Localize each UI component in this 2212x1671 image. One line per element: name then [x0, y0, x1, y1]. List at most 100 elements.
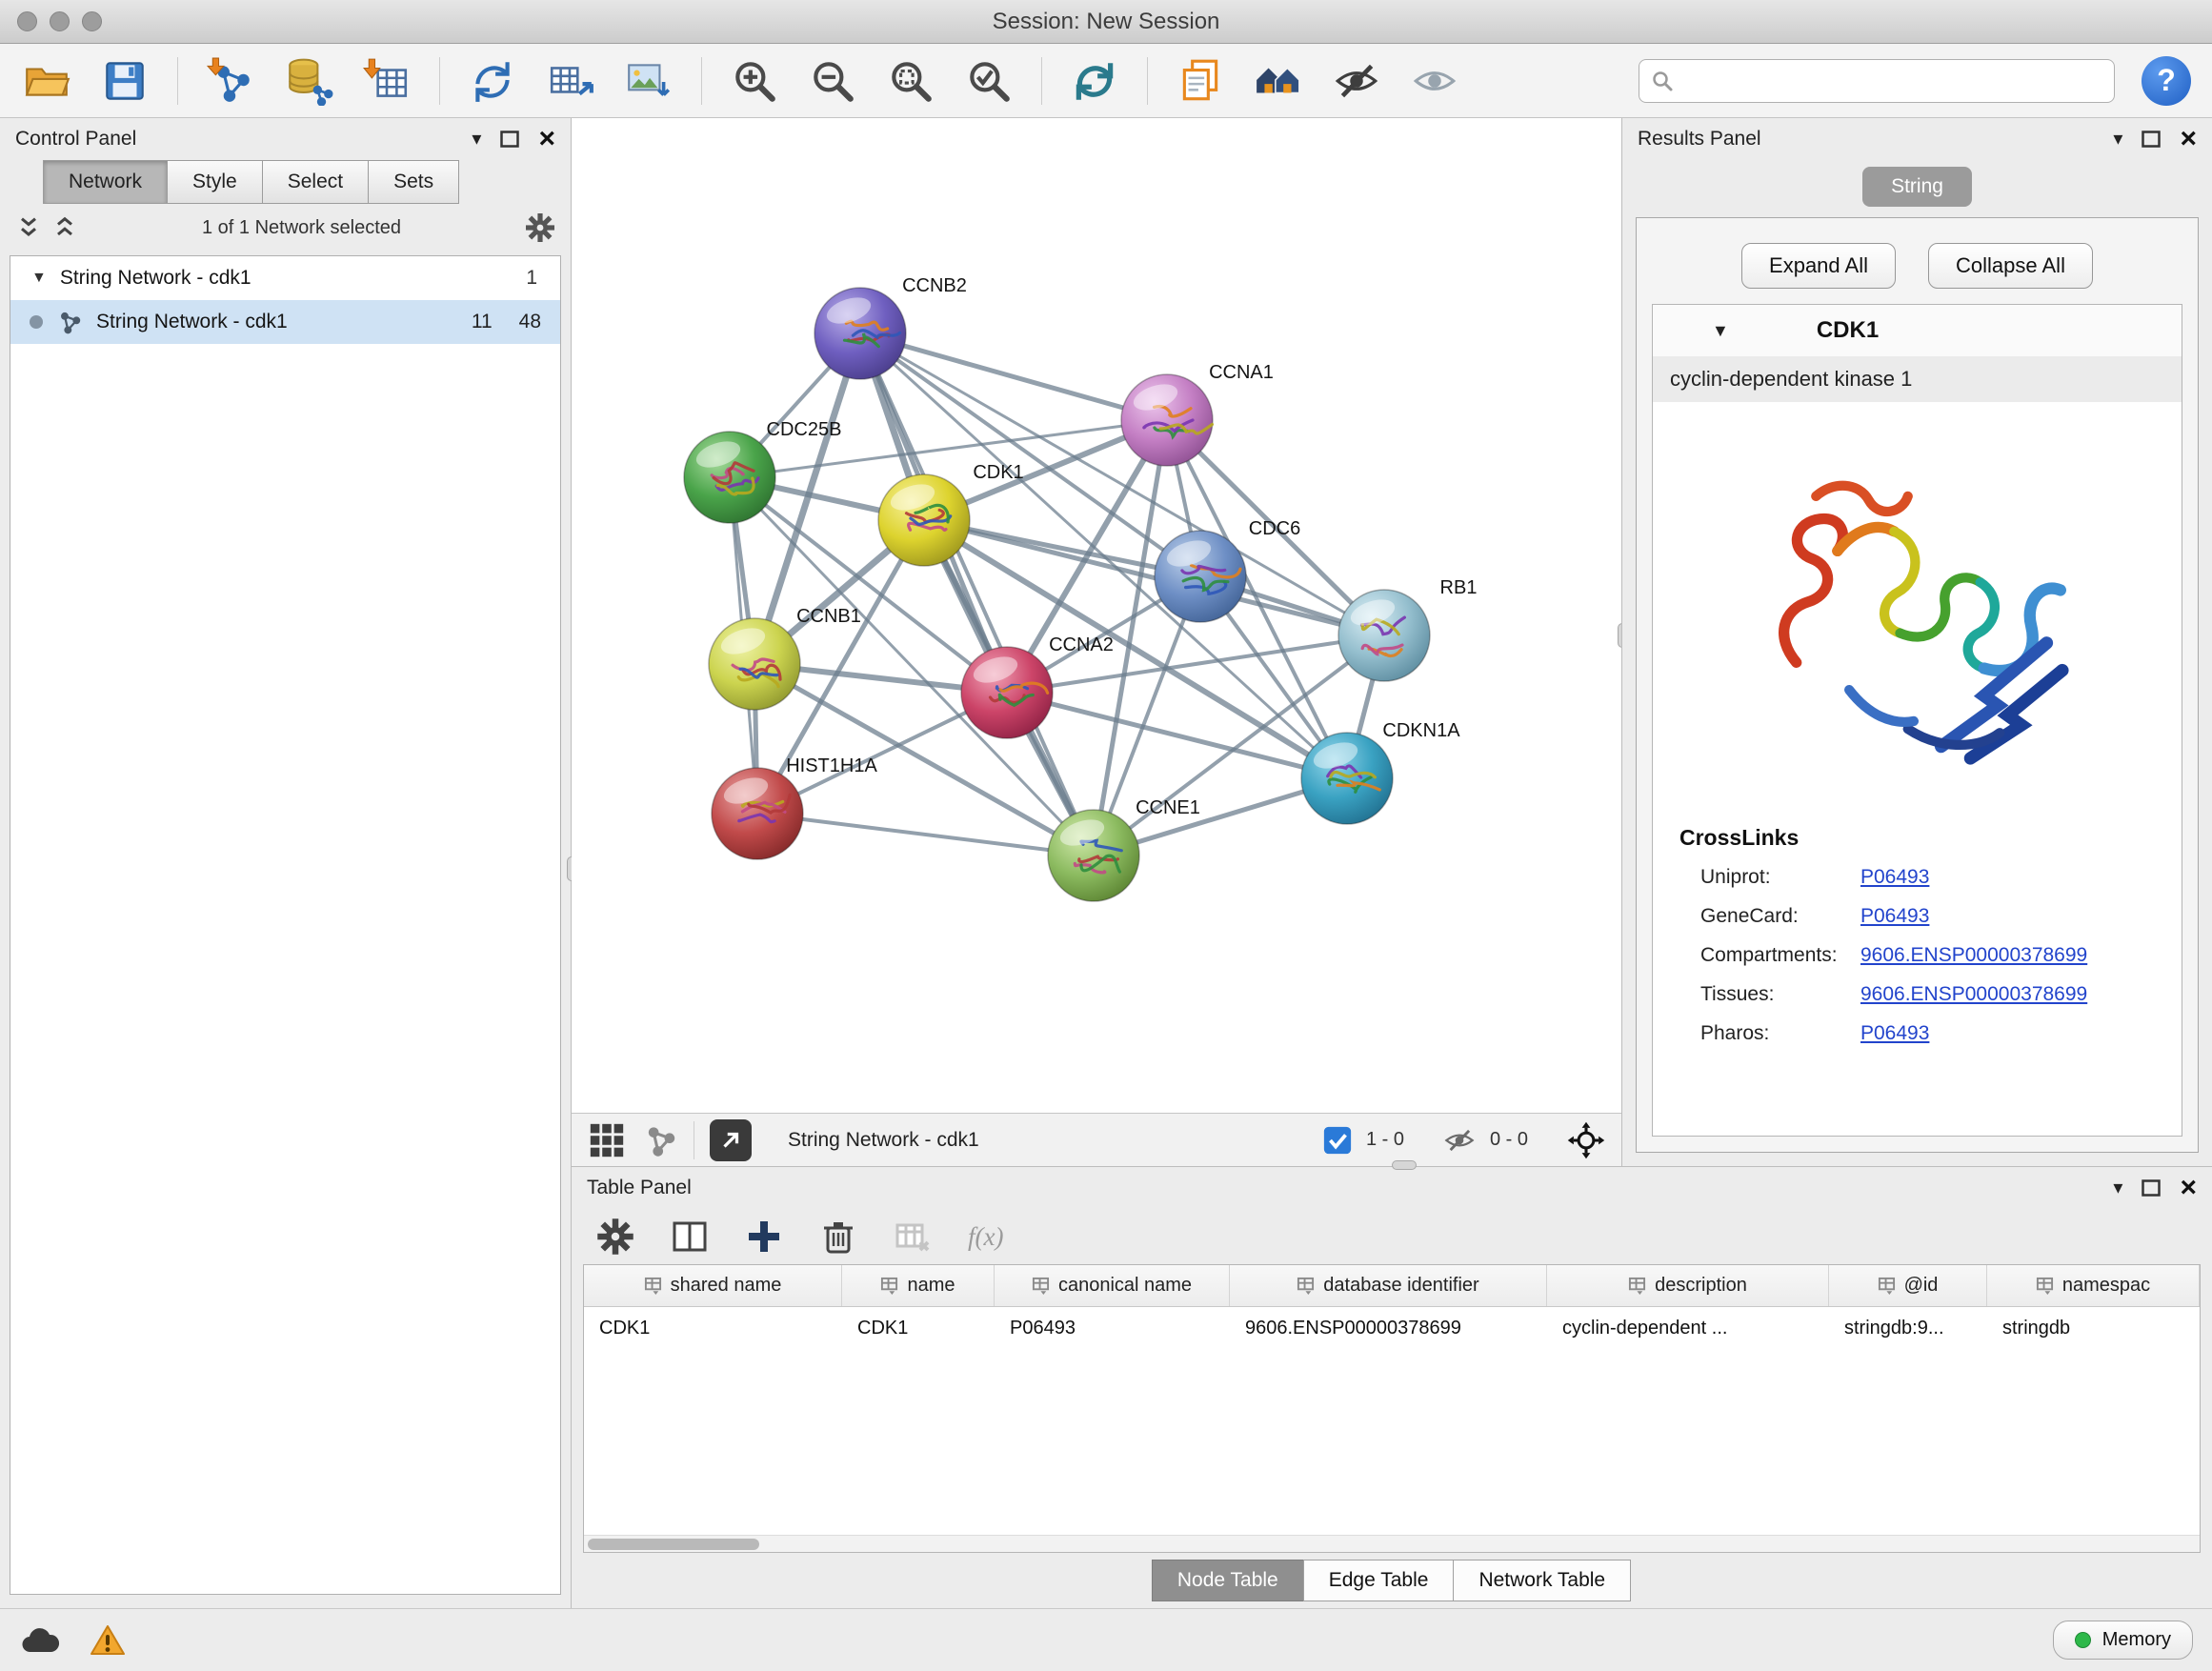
- panel-menu-icon[interactable]: ▾: [2113, 130, 2122, 149]
- collapse-all-chevron-icon[interactable]: [51, 214, 78, 241]
- open-session-button[interactable]: [21, 55, 72, 107]
- network-node-cdc6[interactable]: CDC6: [1155, 518, 1300, 622]
- crosslink-label: Tissues:: [1679, 983, 1860, 1006]
- expand-all-chevron-icon[interactable]: [15, 214, 42, 241]
- save-session-button[interactable]: [99, 55, 151, 107]
- show-graphics-button[interactable]: [1409, 55, 1460, 107]
- tab-node-table[interactable]: Node Table: [1152, 1560, 1304, 1601]
- panel-menu-icon[interactable]: ▾: [472, 130, 481, 149]
- search-input[interactable]: [1683, 70, 2102, 91]
- tab-sets[interactable]: Sets: [368, 160, 459, 204]
- network-edge[interactable]: [757, 814, 1094, 856]
- network-node-ccna1[interactable]: CCNA1: [1121, 362, 1274, 466]
- new-network-from-table-button[interactable]: [545, 55, 596, 107]
- copy-button[interactable]: [1175, 55, 1226, 107]
- export-image-button[interactable]: [623, 55, 674, 107]
- import-network-from-file-button[interactable]: [205, 55, 256, 107]
- tab-string[interactable]: String: [1862, 167, 1972, 207]
- table-cell[interactable]: 9606.ENSP00000378699: [1230, 1307, 1547, 1349]
- column-header[interactable]: canonical name: [995, 1265, 1230, 1306]
- open-in-window-button[interactable]: [710, 1119, 752, 1161]
- table-cell[interactable]: CDK1: [842, 1307, 995, 1349]
- protein-section-header[interactable]: ▼ CDK1: [1653, 305, 2182, 356]
- import-table-from-file-button[interactable]: [361, 55, 412, 107]
- tab-network-table[interactable]: Network Table: [1453, 1560, 1631, 1601]
- home-button[interactable]: [1253, 55, 1304, 107]
- zoom-window-button[interactable]: [82, 11, 102, 31]
- show-columns-icon[interactable]: [671, 1218, 709, 1256]
- network-edge[interactable]: [860, 333, 1094, 856]
- crosslinks-heading: CrossLinks: [1679, 825, 2182, 851]
- column-header[interactable]: name: [842, 1265, 995, 1306]
- horizontal-scrollbar[interactable]: [584, 1535, 2200, 1552]
- help-button[interactable]: ?: [2142, 56, 2191, 106]
- network-node-ccnb1[interactable]: CCNB1: [709, 606, 861, 710]
- network-node-ccnb2[interactable]: CCNB2: [814, 275, 967, 379]
- function-builder-button[interactable]: f(x): [968, 1222, 1003, 1252]
- table-row[interactable]: CDK1 CDK1 P06493 9606.ENSP00000378699 cy…: [584, 1307, 2200, 1349]
- close-panel-icon[interactable]: ×: [2180, 125, 2197, 153]
- warning-icon[interactable]: [90, 1624, 126, 1657]
- float-panel-icon[interactable]: [500, 131, 519, 148]
- table-cell[interactable]: P06493: [995, 1307, 1230, 1349]
- close-window-button[interactable]: [17, 11, 37, 31]
- collapse-all-button[interactable]: Collapse All: [1928, 243, 2093, 289]
- hide-graphics-button[interactable]: [1331, 55, 1382, 107]
- network-options-gear-icon[interactable]: [525, 212, 555, 243]
- close-panel-icon[interactable]: ×: [2180, 1174, 2197, 1202]
- expand-all-button[interactable]: Expand All: [1741, 243, 1896, 289]
- table-cell[interactable]: CDK1: [584, 1307, 842, 1349]
- table-cell[interactable]: stringdb: [1987, 1307, 2200, 1349]
- grid-view-icon[interactable]: [587, 1120, 627, 1160]
- tab-style[interactable]: Style: [167, 160, 263, 204]
- network-canvas[interactable]: CCNB2CCNA1CDC25BCDK1CDC6RB1CCNB1CCNA2CDK…: [572, 118, 1621, 1113]
- network-collection-row[interactable]: ▼ String Network - cdk1 1: [10, 256, 560, 300]
- panel-menu-icon[interactable]: ▾: [2113, 1178, 2122, 1198]
- hidden-eye-slash-icon[interactable]: [1442, 1123, 1477, 1158]
- scrollbar-thumb[interactable]: [588, 1539, 759, 1550]
- new-network-button[interactable]: [467, 55, 518, 107]
- selected-checkbox-icon[interactable]: [1322, 1125, 1353, 1156]
- float-panel-icon[interactable]: [2142, 131, 2161, 148]
- uniprot-link[interactable]: P06493: [1860, 866, 1929, 889]
- tab-network[interactable]: Network: [43, 160, 168, 204]
- compartments-link[interactable]: 9606.ENSP00000378699: [1860, 944, 2087, 967]
- cloud-status-icon[interactable]: [19, 1625, 61, 1656]
- network-row[interactable]: String Network - cdk1 11 48: [10, 300, 560, 344]
- table-settings-gear-icon[interactable]: [596, 1218, 634, 1256]
- import-network-from-database-button[interactable]: [283, 55, 334, 107]
- collection-collapse-icon[interactable]: ▼: [31, 270, 47, 287]
- horizontal-splitter-handle[interactable]: [1392, 1160, 1417, 1170]
- close-panel-icon[interactable]: ×: [538, 125, 555, 153]
- create-column-plus-icon[interactable]: [745, 1218, 783, 1256]
- table-cell[interactable]: cyclin-dependent ...: [1547, 1307, 1829, 1349]
- minimize-window-button[interactable]: [50, 11, 70, 31]
- network-view-icon[interactable]: [642, 1122, 678, 1158]
- column-header[interactable]: @id: [1829, 1265, 1987, 1306]
- pharos-link[interactable]: P06493: [1860, 1022, 1929, 1045]
- delete-column-trash-icon[interactable]: [819, 1218, 857, 1256]
- column-header[interactable]: database identifier: [1230, 1265, 1547, 1306]
- refresh-button[interactable]: [1069, 55, 1120, 107]
- tab-edge-table[interactable]: Edge Table: [1303, 1560, 1455, 1601]
- network-node-cdk1[interactable]: CDK1: [878, 462, 1024, 566]
- column-header[interactable]: description: [1547, 1265, 1829, 1306]
- zoom-selected-button[interactable]: [963, 55, 1015, 107]
- column-header[interactable]: namespac: [1987, 1265, 2200, 1306]
- memory-button[interactable]: Memory: [2053, 1621, 2193, 1660]
- tab-select[interactable]: Select: [262, 160, 369, 204]
- arrow-up-right-icon: [718, 1128, 743, 1153]
- zoom-in-button[interactable]: [729, 55, 780, 107]
- birds-eye-view-icon[interactable]: [1566, 1120, 1606, 1160]
- tissues-link[interactable]: 9606.ENSP00000378699: [1860, 983, 2087, 1006]
- zoom-fit-button[interactable]: [885, 55, 936, 107]
- float-panel-icon[interactable]: [2142, 1179, 2161, 1197]
- network-node-rb1[interactable]: RB1: [1338, 577, 1477, 681]
- section-collapse-icon[interactable]: ▼: [1712, 321, 1729, 341]
- network-node-hist1h1a[interactable]: HIST1H1A: [712, 755, 877, 859]
- import-network-file-icon: [206, 56, 255, 106]
- zoom-out-button[interactable]: [807, 55, 858, 107]
- column-header[interactable]: shared name: [584, 1265, 842, 1306]
- table-cell[interactable]: stringdb:9...: [1829, 1307, 1987, 1349]
- genecard-link[interactable]: P06493: [1860, 905, 1929, 928]
